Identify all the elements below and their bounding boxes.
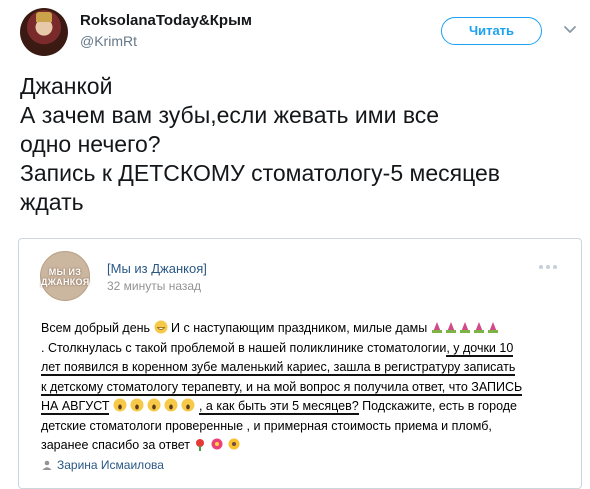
follow-button[interactable]: Читать: [441, 17, 542, 45]
more-icon: [539, 265, 557, 269]
post-author: Зарина Исмаилова: [57, 458, 164, 472]
author-avatar[interactable]: [20, 8, 68, 56]
dancing-woman-emoji: [431, 322, 498, 333]
post-text: Всем добрый день И с наступающим праздни…: [41, 320, 523, 452]
tweet-line: Запись к ДЕТСКОМУ стоматологу-5 месяцев: [20, 160, 500, 186]
author-handle[interactable]: @KrimRt: [80, 33, 137, 49]
tweet-line: одно нечего?: [20, 131, 161, 157]
tweet-line: Джанкой: [20, 73, 113, 99]
chevron-down-icon[interactable]: [563, 22, 577, 36]
tweet-text: Джанкой А зачем вам зубы,если жевать ими…: [20, 72, 580, 217]
person-icon: [42, 460, 52, 470]
author-name[interactable]: RoksolanaToday&Крым: [80, 12, 252, 29]
post-time: 32 минуты назад: [107, 279, 202, 293]
tweet: RoksolanaToday&Крым @KrimRt Читать Джанк…: [0, 0, 590, 489]
flower-emoji: [196, 438, 240, 451]
screaming-face-emoji: [113, 398, 195, 412]
group-name: [Мы из Джанкоя]: [107, 261, 207, 276]
tweet-line: А зачем вам зубы,если жевать ими все: [20, 102, 440, 128]
group-avatar: МЫ ИЗ ДЖАНКОЯ: [40, 251, 90, 301]
tweet-line: ждать: [20, 189, 84, 215]
embedded-post-image[interactable]: МЫ ИЗ ДЖАНКОЯ [Мы из Джанкоя] 32 минуты …: [18, 238, 582, 489]
grinning-face-emoji: [154, 320, 168, 334]
